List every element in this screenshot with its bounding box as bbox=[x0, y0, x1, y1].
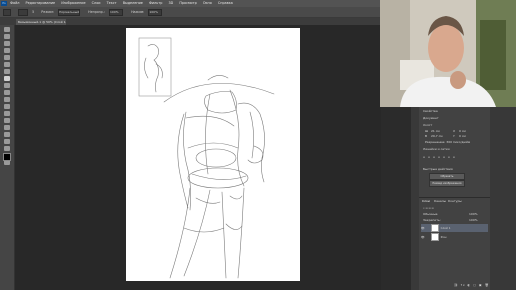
tab-paths[interactable]: Контуры bbox=[448, 199, 462, 203]
layer-actions-icons[interactable]: ⛓ fx ◐ ▢ ▣ 🗑 bbox=[454, 283, 490, 287]
right-panel: Свойства Документ Холст Ш 21 см X 0 см В… bbox=[419, 107, 490, 290]
brush-preset-icon[interactable] bbox=[18, 8, 29, 16]
trim-button[interactable]: Обрезать bbox=[429, 173, 465, 180]
history-brush-tool-icon[interactable] bbox=[4, 90, 10, 95]
tab-channels[interactable]: Каналы bbox=[434, 199, 446, 203]
layer-row[interactable]: 👁 Слой 1 bbox=[421, 224, 488, 232]
tab-layers[interactable]: Слои bbox=[422, 199, 430, 203]
resolution-text: Разрешение: 300 пикс/дюйм bbox=[425, 140, 471, 144]
y-label: Y bbox=[453, 134, 455, 138]
webcam-person-image bbox=[380, 0, 516, 107]
height-value[interactable]: 29,7 см bbox=[431, 134, 443, 138]
flow-value: 100% bbox=[149, 9, 158, 14]
opacity-input[interactable]: 100% bbox=[109, 8, 123, 16]
mode-select[interactable]: Нормальный bbox=[58, 8, 81, 16]
width-value[interactable]: 21 см bbox=[431, 129, 440, 133]
rulers-section-label: Линейки и сетки bbox=[423, 147, 450, 151]
flow-label: Нажим: bbox=[131, 10, 145, 14]
lasso-tool-icon[interactable] bbox=[4, 41, 10, 46]
healing-tool-icon[interactable] bbox=[4, 69, 10, 74]
document-tab-bar: Безымянный-1 @ 50% (Слой 1, RGB/8) bbox=[0, 18, 380, 25]
brush-tool-icon[interactable] bbox=[4, 76, 10, 81]
menu-layers[interactable]: Слои bbox=[92, 1, 101, 5]
type-tool-icon[interactable] bbox=[4, 132, 10, 137]
marquee-tool-icon[interactable] bbox=[4, 34, 10, 39]
y-value[interactable]: 0 см bbox=[459, 134, 466, 138]
mode-value: Нормальный bbox=[59, 9, 80, 14]
quick-select-tool-icon[interactable] bbox=[4, 48, 10, 53]
gradient-tool-icon[interactable] bbox=[4, 104, 10, 109]
panel-dock-background bbox=[490, 107, 516, 290]
layer-opacity-value[interactable]: 100% bbox=[469, 212, 478, 216]
eye-icon[interactable]: 👁 bbox=[421, 235, 425, 239]
properties-section-label: Документ bbox=[423, 116, 439, 120]
path-select-tool-icon[interactable] bbox=[4, 139, 10, 144]
mode-label: Режим: bbox=[41, 10, 55, 14]
layer-fill-value[interactable]: 100% bbox=[469, 218, 478, 222]
menu-window[interactable]: Окно bbox=[203, 1, 212, 5]
canvas-label: Холст bbox=[423, 123, 433, 127]
options-bar: 5 Режим: Нормальный Непрозр.: 100% Нажим… bbox=[0, 7, 380, 18]
x-value[interactable]: 0 см bbox=[459, 129, 466, 133]
menu-select[interactable]: Выделение bbox=[123, 1, 143, 5]
menu-help[interactable]: Справка bbox=[218, 1, 233, 5]
layer-name: Фон bbox=[440, 235, 447, 239]
move-tool-icon[interactable] bbox=[4, 27, 10, 32]
menu-file[interactable]: Файл bbox=[10, 1, 19, 5]
opacity-value: 100% bbox=[110, 9, 119, 14]
lock-label: Закрепить: bbox=[423, 218, 441, 222]
properties-panel-title[interactable]: Свойства bbox=[423, 109, 438, 113]
opacity-label: Непрозр.: bbox=[88, 10, 105, 14]
layer-name: Слой 1 bbox=[440, 226, 451, 230]
panel-icons-strip bbox=[411, 107, 419, 290]
menu-3d[interactable]: 3D bbox=[168, 1, 173, 5]
x-label: X bbox=[453, 129, 456, 133]
brush-size-value[interactable]: 5 bbox=[32, 10, 34, 14]
layer-filter-icons[interactable]: ⌕ ▫ ▫ ▫ bbox=[423, 206, 434, 210]
document-canvas[interactable] bbox=[126, 28, 300, 281]
dodge-tool-icon[interactable] bbox=[4, 118, 10, 123]
quick-actions-label: Быстрые действия bbox=[423, 167, 453, 171]
tools-panel bbox=[0, 25, 15, 290]
ruler-icons[interactable]: ▫ ▫ ▫ ▫ ▫ ▫ ▫ bbox=[423, 155, 456, 159]
menu-filter[interactable]: Фильтр bbox=[149, 1, 162, 5]
menu-image[interactable]: Изображение bbox=[61, 1, 85, 5]
eye-icon[interactable]: 👁 bbox=[421, 226, 425, 230]
home-icon[interactable] bbox=[3, 8, 11, 16]
eraser-tool-icon[interactable] bbox=[4, 97, 10, 102]
blur-tool-icon[interactable] bbox=[4, 111, 10, 116]
flow-input[interactable]: 100% bbox=[148, 8, 163, 16]
menu-bar: Ps Файл Редактирование Изображение Слои … bbox=[0, 0, 380, 7]
layer-row[interactable]: 👁 Фон bbox=[421, 233, 488, 241]
foreground-color-swatch[interactable] bbox=[3, 153, 11, 161]
menu-type[interactable]: Текст bbox=[107, 1, 117, 5]
eyedropper-tool-icon[interactable] bbox=[4, 62, 10, 67]
webcam-video-overlay bbox=[380, 0, 516, 107]
menu-view[interactable]: Просмотр bbox=[179, 1, 196, 5]
menu-edit[interactable]: Редактирование bbox=[26, 1, 56, 5]
layer-thumbnail bbox=[430, 224, 439, 232]
stamp-tool-icon[interactable] bbox=[4, 83, 10, 88]
width-label: Ш bbox=[425, 129, 429, 133]
photoshop-logo-icon[interactable]: Ps bbox=[1, 1, 7, 6]
sketch-drawing bbox=[138, 37, 275, 279]
blend-mode-select[interactable]: Обычные bbox=[423, 212, 438, 216]
crop-tool-icon[interactable] bbox=[4, 55, 10, 60]
panel-divider bbox=[419, 197, 490, 198]
layer-thumbnail bbox=[430, 233, 439, 241]
height-label: В bbox=[425, 134, 428, 138]
shape-tool-icon[interactable] bbox=[4, 146, 10, 151]
image-size-button[interactable]: Размер изображения bbox=[429, 180, 465, 187]
pen-tool-icon[interactable] bbox=[4, 125, 10, 130]
